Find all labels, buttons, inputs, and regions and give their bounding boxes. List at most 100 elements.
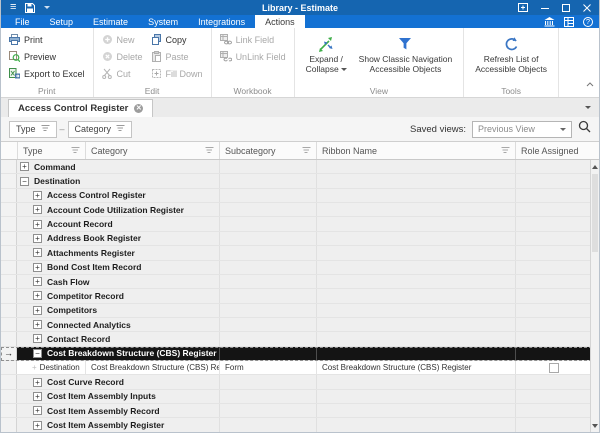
table-row[interactable]: −Destination — [1, 174, 592, 188]
menu-tab-actions[interactable]: Actions — [255, 15, 305, 28]
table-row[interactable]: +Account Code Utilization Register — [1, 203, 592, 217]
search-icon[interactable] — [578, 120, 591, 138]
table-row[interactable]: +Cost Item Assembly Register — [1, 418, 592, 432]
new-button[interactable]: New — [99, 32, 146, 48]
expand-toggle-icon[interactable]: + — [33, 234, 42, 243]
filter-chip-type[interactable]: Type — [9, 121, 57, 138]
refresh-list-button[interactable]: Refresh List of Accessible Objects — [469, 32, 553, 84]
scroll-down-icon[interactable] — [591, 421, 599, 431]
expand-toggle-icon[interactable]: + — [33, 263, 42, 272]
table-row[interactable]: +Attachments Register — [1, 246, 592, 260]
quick-access-dropdown-icon[interactable] — [44, 6, 50, 9]
expand-toggle-icon[interactable]: + — [33, 320, 42, 329]
collapse-ribbon-icon[interactable] — [586, 74, 594, 92]
expand-toggle-icon[interactable]: + — [33, 220, 42, 229]
preview-icon — [9, 51, 20, 64]
expand-toggle-icon[interactable]: + — [33, 306, 42, 315]
print-button[interactable]: Print — [6, 32, 88, 48]
expand-toggle-icon[interactable]: + — [20, 162, 29, 171]
menu-tab-setup[interactable]: Setup — [40, 15, 84, 28]
column-filter-icon[interactable] — [302, 146, 311, 156]
column-filter-icon[interactable] — [71, 146, 80, 156]
menu-tab-file[interactable]: File — [5, 15, 40, 28]
expand-toggle-icon[interactable]: + — [33, 277, 42, 286]
table-row[interactable]: +Competitors — [1, 304, 592, 318]
filter-chip-category[interactable]: Category — [68, 121, 133, 138]
table-row[interactable]: +Connected Analytics — [1, 318, 592, 332]
group-row-label: Address Book Register — [47, 233, 141, 243]
scroll-up-icon[interactable] — [591, 162, 599, 172]
cut-button[interactable]: Cut — [99, 66, 146, 82]
unlink-field-button[interactable]: UnLink Field — [217, 49, 289, 65]
hamburger-menu-icon[interactable]: ≡ — [10, 2, 16, 13]
copy-button[interactable]: Copy — [148, 32, 206, 48]
help-icon[interactable]: ? — [583, 17, 593, 27]
table-row[interactable]: +Cost Curve Record — [1, 375, 592, 389]
save-icon[interactable] — [25, 3, 35, 13]
expand-toggle-icon[interactable]: + — [33, 378, 42, 387]
paste-button[interactable]: Paste — [148, 49, 206, 65]
export-to-excel-button[interactable]: Export to Excel — [6, 66, 88, 82]
collapse-toggle-icon[interactable]: − — [33, 349, 42, 358]
collapse-toggle-icon[interactable]: − — [20, 177, 29, 186]
table-row[interactable]: +Cash Flow — [1, 275, 592, 289]
tab-close-icon[interactable]: ✕ — [134, 104, 143, 113]
delete-button[interactable]: Delete — [99, 49, 146, 65]
vertical-scrollbar[interactable] — [590, 160, 599, 433]
table-row[interactable]: +Contact Record — [1, 332, 592, 346]
expand-collapse-button[interactable]: Expand / Collapse — [300, 32, 353, 84]
table-row[interactable]: + Address Book Register — [1, 232, 592, 246]
expand-toggle-icon[interactable]: + — [33, 191, 42, 200]
column-header-subcategory[interactable]: Subcategory — [219, 142, 316, 159]
grid-view-icon[interactable] — [564, 17, 574, 27]
column-header-category[interactable]: Category — [85, 142, 219, 159]
cell-role-assigned — [515, 361, 592, 374]
table-row[interactable]: +Access Control Register — [1, 189, 592, 203]
column-header-type[interactable]: Type — [17, 142, 85, 159]
table-row[interactable]: →−Cost Breakdown Structure (CBS) Registe… — [1, 347, 592, 361]
menu-tab-estimate[interactable]: Estimate — [83, 15, 138, 28]
expand-toggle-icon[interactable]: + — [33, 334, 42, 343]
close-icon[interactable] — [583, 4, 591, 12]
column-filter-icon[interactable] — [501, 146, 510, 156]
group-cell: +Access Control Register — [17, 189, 219, 202]
scrollbar-thumb[interactable] — [592, 174, 598, 252]
cell-ribbon-name — [316, 275, 515, 288]
role-assigned-checkbox[interactable] — [549, 363, 559, 373]
expand-toggle-icon[interactable]: + — [33, 406, 42, 415]
minimize-icon[interactable] — [541, 4, 549, 12]
table-row[interactable]: +Cost Item Assembly Inputs — [1, 390, 592, 404]
expand-toggle-icon[interactable]: + — [33, 392, 42, 401]
cell-subcategory — [219, 347, 316, 360]
column-header-role-assigned[interactable]: Role Assigned — [515, 142, 592, 159]
table-row[interactable]: +Account Record — [1, 217, 592, 231]
table-row[interactable]: +Cost Item Assembly Record — [1, 404, 592, 418]
tab-list-dropdown-icon[interactable] — [585, 106, 591, 109]
show-classic-navigation-button[interactable]: Show Classic Navigation Accessible Objec… — [353, 32, 459, 84]
link-field-button[interactable]: Link Field — [217, 32, 289, 48]
expand-toggle-icon[interactable]: + — [33, 205, 42, 214]
menu-tab-integrations[interactable]: Integrations — [188, 15, 255, 28]
column-header-ribbon-name[interactable]: Ribbon Name — [316, 142, 515, 159]
saved-views-dropdown[interactable]: Previous View — [472, 121, 572, 138]
row-indicator — [1, 390, 17, 403]
preview-button[interactable]: Preview — [6, 49, 88, 65]
library-bank-icon[interactable] — [544, 17, 555, 27]
expand-collapse-dropdown-icon[interactable] — [341, 68, 347, 71]
cell-role-assigned — [515, 390, 592, 403]
tab-access-control-register[interactable]: Access Control Register ✕ — [8, 99, 153, 117]
group-cell: +Cost Curve Record — [17, 375, 219, 388]
column-filter-icon[interactable] — [205, 146, 214, 156]
table-row[interactable]: +DestinationCost Breakdown Structure (CB… — [1, 361, 592, 375]
expand-toggle-icon[interactable]: + — [33, 421, 42, 430]
menu-tab-system[interactable]: System — [138, 15, 188, 28]
new-window-icon[interactable] — [518, 3, 528, 12]
table-row[interactable]: +Competitor Record — [1, 289, 592, 303]
fill-down-button[interactable]: Fill Down — [148, 66, 206, 82]
expand-toggle-icon[interactable]: + — [33, 291, 42, 300]
table-row[interactable]: +Command — [1, 160, 592, 174]
maximize-icon[interactable] — [562, 4, 570, 12]
table-row[interactable]: +Bond Cost Item Record — [1, 261, 592, 275]
cell-subcategory — [219, 232, 316, 245]
expand-toggle-icon[interactable]: + — [33, 248, 42, 257]
